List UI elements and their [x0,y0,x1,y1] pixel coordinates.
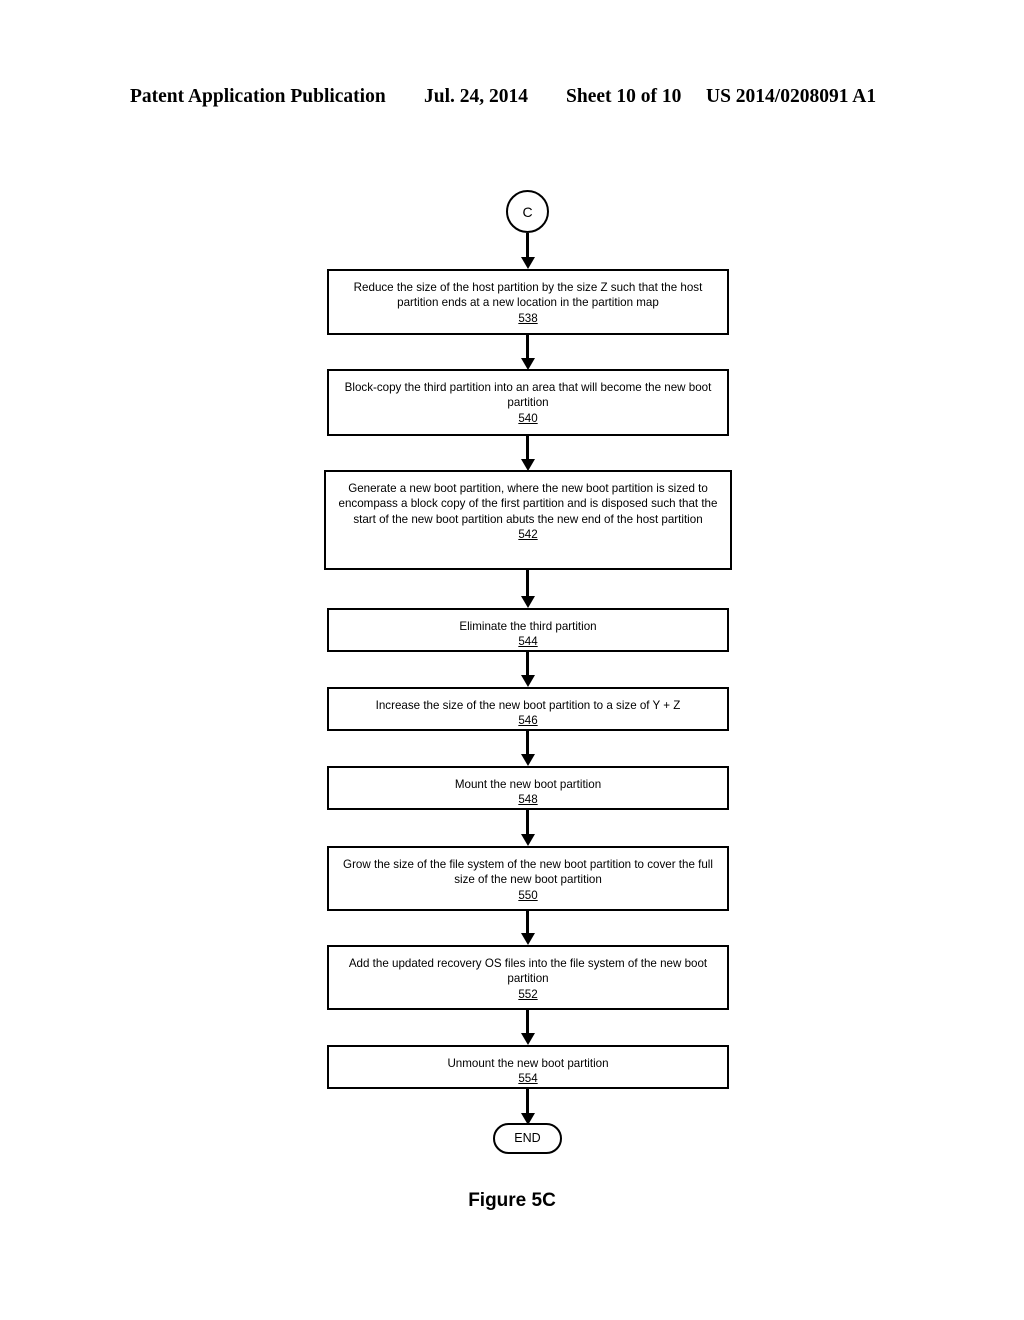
flow-node-544-ref: 544 [518,635,538,649]
flow-node-550: Grow the size of the file system of the … [327,846,729,911]
flow-node-554-ref: 554 [518,1072,538,1086]
flow-node-554-text: Unmount the new boot partition [447,1057,609,1070]
flow-node-546-text: Increase the size of the new boot partit… [375,699,681,712]
flow-node-550-text: Grow the size of the file system of the … [343,858,713,887]
flow-node-540-text: Block-copy the third partition into an a… [344,381,712,410]
flow-node-554: Unmount the new boot partition 554 [327,1045,729,1089]
flow-node-546: Increase the size of the new boot partit… [327,687,729,731]
figure-caption: Figure 5C [468,1190,556,1211]
patent-figure-page: Patent Application Publication Jul. 24, … [0,0,1024,1320]
flow-node-540: Block-copy the third partition into an a… [327,369,729,436]
flow-connector-c: C [506,190,549,233]
flow-terminator-end-label: END [514,1131,541,1146]
flow-node-552-text: Add the updated recovery OS files into t… [348,957,708,986]
flow-node-544-text: Eliminate the third partition [459,620,597,633]
flow-node-548: Mount the new boot partition 548 [327,766,729,810]
flowchart-diagram: C Reduce the size of the host partition … [0,0,1024,1320]
flow-node-542-text: Generate a new boot partition, where the… [338,482,718,526]
flow-node-544: Eliminate the third partition 544 [327,608,729,652]
flow-terminator-end: END [493,1123,562,1154]
flow-node-542-ref: 542 [518,528,538,542]
flow-node-538: Reduce the size of the host partition by… [327,269,729,335]
flow-node-542: Generate a new boot partition, where the… [324,470,732,570]
flow-connector-c-label: C [522,203,533,220]
flow-node-548-text: Mount the new boot partition [454,778,602,791]
flow-node-540-ref: 540 [518,411,538,425]
flow-node-538-text: Reduce the size of the host partition by… [353,281,703,310]
flow-node-546-ref: 546 [518,714,538,728]
flow-node-550-ref: 550 [518,888,538,902]
flow-node-552: Add the updated recovery OS files into t… [327,945,729,1010]
flow-node-552-ref: 552 [518,987,538,1001]
flow-node-548-ref: 548 [518,793,538,807]
flow-node-538-ref: 538 [518,311,538,325]
